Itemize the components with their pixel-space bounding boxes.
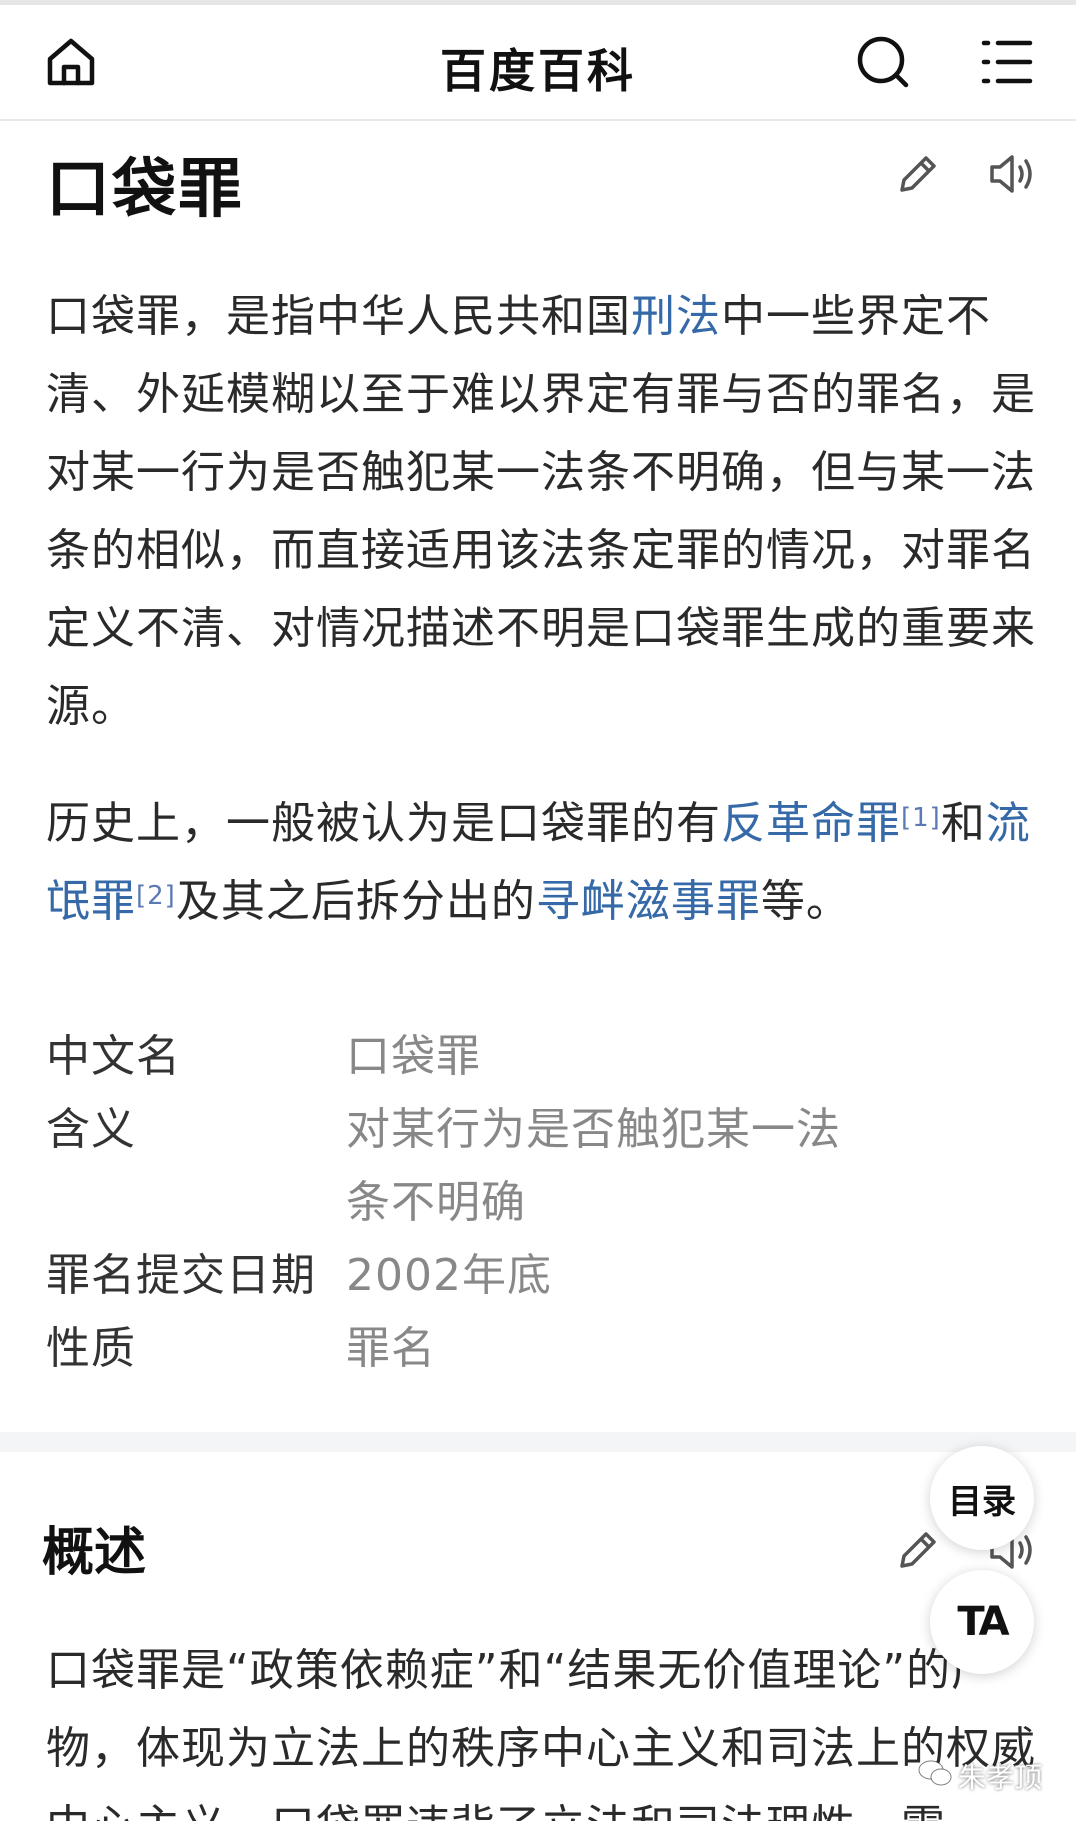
infobox-value: 罪名	[346, 1323, 436, 1374]
infobox-label: 含义	[46, 1104, 136, 1155]
wechat-icon	[918, 1759, 952, 1794]
intro-text-2: 中一些界定不清、外延模糊以至于难以界定有罪与否的罪名，是对某一行为是否触犯某一法…	[46, 291, 1036, 732]
brand-title[interactable]: 百度百科	[0, 35, 1076, 101]
reference-2[interactable]: [2]	[136, 881, 176, 911]
menu-icon[interactable]	[976, 31, 1038, 93]
intro-text-1: 口袋罪，是指中华人民共和国	[46, 291, 631, 342]
edit-icon[interactable]	[890, 146, 946, 202]
infobox: 中文名 口袋罪 含义 对某行为是否触犯某一法条不明确 罪名提交日期 2002年底…	[46, 1020, 1036, 1385]
infobox-value: 口袋罪	[346, 1031, 481, 1082]
history-text-2: 和	[940, 798, 986, 849]
history-text-1: 历史上，一般被认为是口袋罪的有	[46, 798, 721, 849]
infobox-label: 罪名提交日期	[46, 1250, 316, 1301]
section-divider	[0, 1432, 1076, 1452]
watermark-text: 朱孝顶	[958, 1761, 1043, 1794]
infobox-row: 含义 对某行为是否触犯某一法条不明确	[46, 1093, 1036, 1239]
link-criminal-law[interactable]: 刑法	[631, 291, 721, 342]
overview-paragraph: 口袋罪是“政策依赖症”和“结果无价值理论”的产物，体现为立法上的秩序中心主义和司…	[46, 1645, 1036, 1821]
intro-paragraph: 口袋罪，是指中华人民共和国刑法中一些界定不清、外延模糊以至于难以界定有罪与否的罪…	[46, 278, 1036, 746]
page-title: 口袋罪	[46, 153, 244, 227]
history-text-4: 等。	[760, 876, 851, 927]
infobox-value: 2002年底	[346, 1250, 552, 1301]
toc-button[interactable]: 目录	[930, 1446, 1034, 1550]
history-paragraph: 历史上，一般被认为是口袋罪的有反革命罪[1]和流氓罪[2]及其之后拆分出的寻衅滋…	[46, 785, 1036, 941]
watermark: 朱孝顶	[918, 1756, 1042, 1796]
edit-icon[interactable]	[890, 1522, 946, 1578]
top-nav-bar: 百度百科	[0, 5, 1076, 121]
history-text-3: 及其之后拆分出的	[175, 876, 536, 927]
infobox-label: 中文名	[46, 1031, 181, 1082]
link-counter-revolutionary-crime[interactable]: 反革命罪	[721, 798, 901, 849]
infobox-value: 对某行为是否触犯某一法条不明确	[346, 1104, 841, 1228]
infobox-row: 罪名提交日期 2002年底	[46, 1239, 1036, 1312]
search-icon[interactable]	[852, 31, 914, 93]
infobox-row: 性质 罪名	[46, 1312, 1036, 1385]
speaker-icon[interactable]	[984, 146, 1040, 202]
reference-1[interactable]: [1]	[901, 803, 941, 833]
link-picking-quarrels[interactable]: 寻衅滋事罪	[536, 876, 761, 927]
infobox-label: 性质	[46, 1323, 136, 1374]
section-title-overview: 概述	[42, 1523, 147, 1583]
font-size-button[interactable]: TA	[930, 1570, 1034, 1674]
infobox-row: 中文名 口袋罪	[46, 1020, 1036, 1093]
